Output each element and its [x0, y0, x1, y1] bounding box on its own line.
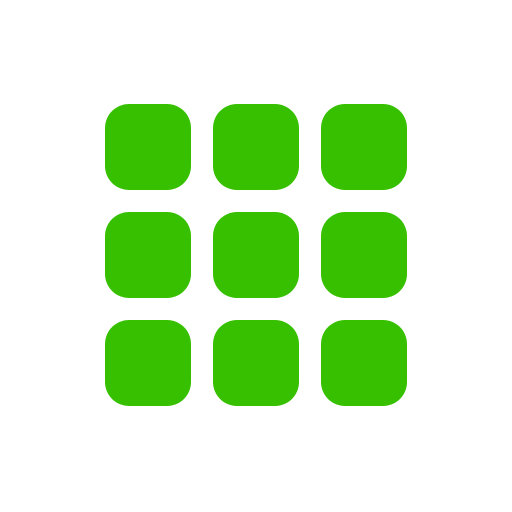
grid-tile	[213, 104, 299, 190]
grid-tile	[213, 320, 299, 406]
grid-tile	[105, 320, 191, 406]
grid-tile	[105, 104, 191, 190]
grid-tile	[321, 104, 407, 190]
app-icon	[0, 0, 512, 512]
grid-tile	[321, 320, 407, 406]
grid-icon	[105, 104, 407, 406]
grid-tile	[213, 212, 299, 298]
grid-tile	[105, 212, 191, 298]
grid-tile	[321, 212, 407, 298]
